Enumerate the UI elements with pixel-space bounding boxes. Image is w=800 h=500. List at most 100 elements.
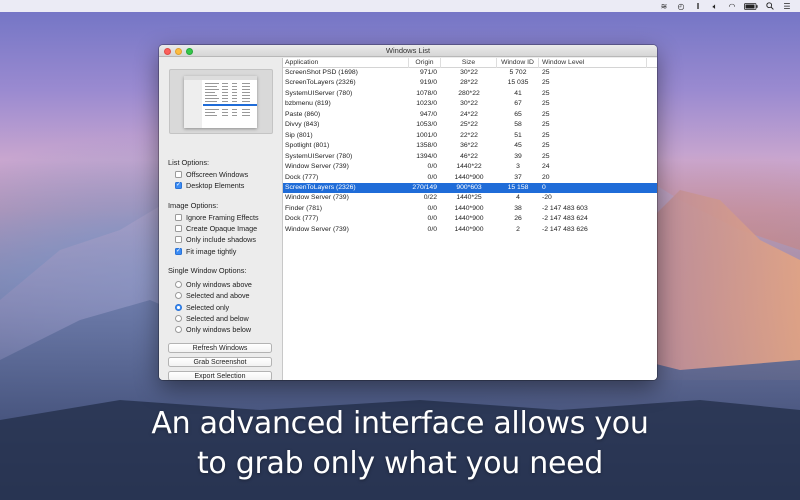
column-header-window-id[interactable]: Window ID	[497, 58, 539, 68]
cell-application: ScreenToLayers (2326)	[285, 79, 356, 87]
cell-application: ScreenShot PSD (1698)	[285, 69, 358, 76]
cell-size: 1440*900	[454, 225, 484, 233]
table-row[interactable]: ScreenToLayers (2326) 919/0 28*22 15 035 25	[283, 78, 657, 89]
radio-circle[interactable]	[175, 326, 182, 333]
cell-application: Window Server (739)	[285, 194, 349, 202]
checkbox-label: Ignore Framing Effects	[186, 213, 259, 222]
table-row[interactable]: Window Server (739) 0/0 1440*22 3 24	[283, 162, 657, 173]
volume-icon[interactable]: 🔈︎	[710, 2, 720, 11]
checkbox-label: Only include shadows	[186, 235, 256, 244]
cell-origin: 1358/0	[416, 142, 437, 150]
create-opaque-image-checkbox[interactable]: Create Opaque Image	[175, 224, 257, 233]
cell-window-id: 45	[514, 142, 522, 150]
screenshot-preview	[169, 69, 273, 134]
cell-window-level: 25	[542, 79, 550, 87]
table-row[interactable]: SystemUIServer (780) 1394/0 46*22 39 25	[283, 152, 657, 163]
layers-icon[interactable]: ≋	[659, 2, 669, 11]
radio-label: Selected and below	[186, 314, 249, 323]
desktop-elements-checkbox[interactable]: ✓ Desktop Elements	[175, 181, 244, 190]
cell-window-level: 25	[542, 110, 550, 118]
list-icon[interactable]: ☰	[782, 2, 792, 11]
window-title: Windows List	[385, 46, 431, 55]
table-row[interactable]: Window Server (739) 0/22 1440*25 4 -20	[283, 193, 657, 204]
close-button[interactable]	[164, 47, 171, 55]
checkbox-box[interactable]	[175, 236, 182, 243]
cell-size: 900*603	[456, 183, 482, 191]
minimize-button[interactable]	[175, 47, 182, 55]
cell-origin: 1023/0	[416, 100, 437, 108]
checkbox-box[interactable]	[175, 171, 182, 178]
table-row[interactable]: Spotlight (801) 1358/0 36*22 45 25	[283, 141, 657, 152]
cell-window-id: 2	[516, 225, 520, 233]
clock-icon[interactable]: ◴	[676, 2, 686, 11]
cell-window-id: 41	[514, 89, 522, 97]
cell-window-id: 37	[514, 173, 522, 181]
cell-size: 30*22	[460, 69, 478, 76]
checkbox-box[interactable]: ✓	[175, 182, 182, 189]
table-row[interactable]: Divvy (843) 1053/0 25*22 58 25	[283, 120, 657, 131]
table-row[interactable]: ScreenToLayers (2326) 270/149 900*603 15 15…	[283, 182, 657, 194]
selected-and-above-radio[interactable]: Selected and above	[175, 291, 250, 300]
table-row[interactable]: Sip (801) 1001/0 22*22 51 25	[283, 131, 657, 142]
cell-application: Sip (801)	[285, 131, 313, 139]
radio-circle[interactable]	[175, 281, 182, 288]
cell-window-id: 15 158	[507, 183, 529, 191]
cell-window-level: -2 147 483 603	[542, 204, 588, 212]
wifi-icon[interactable]: ◠	[727, 2, 737, 11]
cell-window-level: 25	[542, 152, 550, 160]
search-icon[interactable]	[765, 2, 775, 11]
fit-image-tightly-checkbox[interactable]: ✓ Fit image tightly	[175, 247, 236, 256]
windows-list-window: Windows List List Options: Offscreen Win…	[159, 45, 657, 380]
radio-circle[interactable]	[175, 304, 182, 311]
radio-circle[interactable]	[175, 315, 182, 322]
windows-table: Application Origin Size Window ID Window…	[283, 58, 657, 380]
radio-label: Only windows above	[186, 280, 252, 289]
column-header-window-level[interactable]: Window Level	[540, 58, 647, 68]
column-header-size[interactable]: Size	[441, 58, 497, 68]
pause-icon[interactable]: ‖	[693, 2, 703, 11]
selected-only-radio[interactable]: Selected only	[175, 303, 229, 312]
table-row[interactable]: SystemUIServer (780) 1078/0 280*22 41 25	[283, 89, 657, 100]
table-row[interactable]: bzbmenu (819) 1023/0 30*22 67 25	[283, 99, 657, 110]
cell-size: 1440*900	[454, 173, 484, 181]
column-header-application[interactable]: Application	[285, 58, 409, 68]
table-header: Application Origin Size Window ID Window…	[283, 58, 657, 68]
cell-window-id: 3	[516, 163, 520, 171]
cell-origin: 1078/0	[416, 89, 437, 97]
only-windows-below-radio[interactable]: Only windows below	[175, 325, 251, 334]
only-windows-above-radio[interactable]: Only windows above	[175, 280, 252, 289]
zoom-button[interactable]	[186, 47, 193, 55]
table-row[interactable]: ScreenShot PSD (1698) 971/0 30*22 5 702 25	[283, 68, 657, 79]
checkbox-box[interactable]: ✓	[175, 248, 182, 255]
checkbox-box[interactable]	[175, 214, 182, 221]
checkbox-box[interactable]	[175, 225, 182, 232]
ignore-framing-effects-checkbox[interactable]: Ignore Framing Effects	[175, 213, 259, 222]
table-row[interactable]: Window Server (739) 0/0 1440*900 2 -2 147 48…	[283, 225, 657, 236]
selected-and-below-radio[interactable]: Selected and below	[175, 314, 249, 323]
refresh-windows-button[interactable]: Refresh Windows	[168, 343, 272, 353]
cell-origin: 0/22	[423, 194, 437, 202]
options-sidebar: List Options: Offscreen Windows ✓ Deskto…	[159, 58, 283, 380]
cell-application: SystemUIServer (780)	[285, 89, 353, 97]
cell-origin: 0/0	[427, 163, 437, 171]
cell-window-level: 0	[542, 183, 546, 191]
caption-line-1: An advanced interface allows you	[151, 406, 649, 441]
export-selection-button[interactable]: Export Selection	[168, 371, 272, 380]
table-row[interactable]: Dock (777) 0/0 1440*900 26 -2 147 483 624	[283, 214, 657, 225]
table-row[interactable]: Paste (860) 947/0 24*22 65 25	[283, 110, 657, 121]
cell-size: 36*22	[460, 142, 478, 150]
cell-size: 30*22	[460, 100, 478, 108]
table-row[interactable]: Finder (781) 0/0 1440*900 38 -2 147 483 603	[283, 204, 657, 215]
cell-application: ScreenToLayers (2326)	[285, 183, 356, 191]
table-row[interactable]: Dock (777) 0/0 1440*900 37 20	[283, 173, 657, 184]
column-header-origin[interactable]: Origin	[409, 58, 441, 68]
offscreen-windows-checkbox[interactable]: Offscreen Windows	[175, 170, 248, 179]
only-include-shadows-checkbox[interactable]: Only include shadows	[175, 235, 256, 244]
cell-application: Paste (860)	[285, 110, 321, 118]
battery-icon[interactable]	[744, 2, 758, 11]
grab-screenshot-button[interactable]: Grab Screenshot	[168, 357, 272, 367]
cell-window-id: 67	[514, 100, 522, 108]
radio-label: Only windows below	[186, 325, 252, 334]
cell-window-level: -2 147 483 626	[542, 225, 588, 233]
radio-circle[interactable]	[175, 292, 182, 299]
